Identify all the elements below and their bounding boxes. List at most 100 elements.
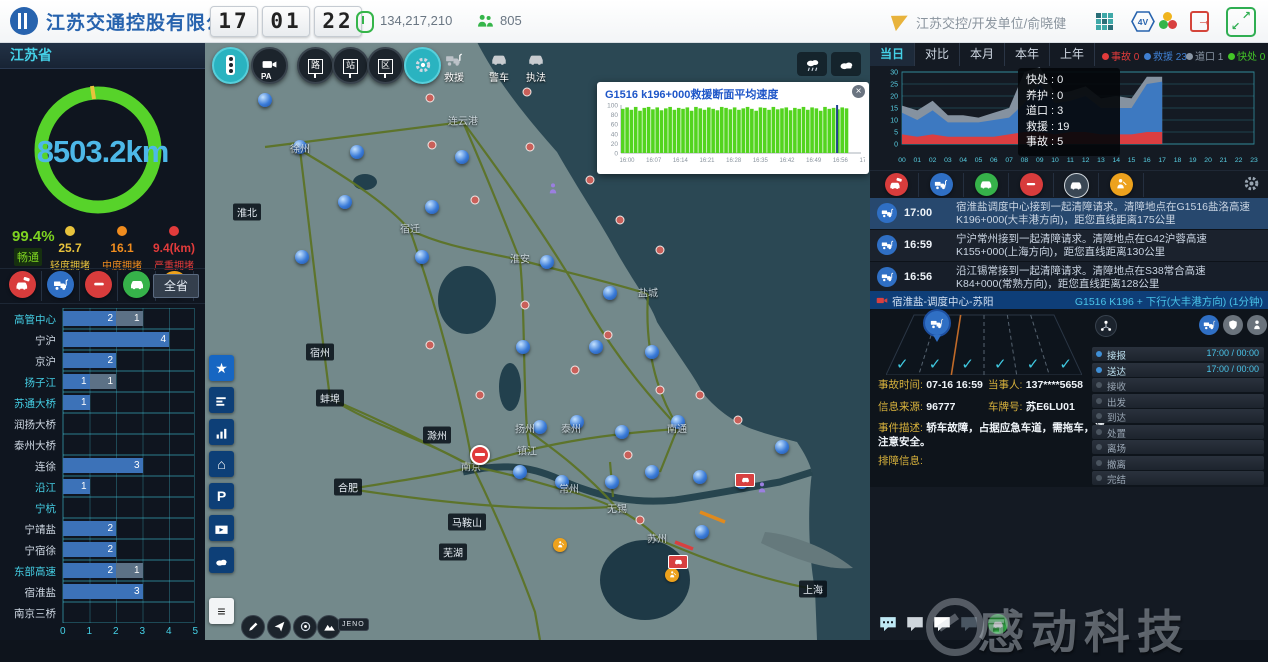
device-dot-marker[interactable] <box>734 416 743 425</box>
accident-icon[interactable] <box>9 271 36 298</box>
camera-cluster-marker[interactable] <box>645 465 659 479</box>
chat-icon[interactable] <box>905 614 925 634</box>
camera-cluster-marker[interactable] <box>775 440 789 454</box>
bar-row-label[interactable]: 南京三桥 <box>0 606 56 621</box>
incident-badge-marker[interactable] <box>735 473 755 487</box>
tab-3[interactable]: 本月 <box>960 42 1005 66</box>
quickclear-icon[interactable] <box>975 173 998 196</box>
device-dot-marker[interactable] <box>656 246 665 255</box>
station-sign-layer-button[interactable]: 站 <box>332 47 369 84</box>
camera-cluster-marker[interactable] <box>695 525 709 539</box>
accident-icon[interactable] <box>885 173 908 196</box>
rescue-icon[interactable] <box>930 173 953 196</box>
control-icon[interactable] <box>1020 173 1043 196</box>
camera-cluster-marker[interactable] <box>425 200 439 214</box>
camera-cluster-marker[interactable] <box>645 345 659 359</box>
patrol-person-marker[interactable] <box>546 181 560 196</box>
device-dot-marker[interactable] <box>616 216 625 225</box>
weather-rain-button[interactable] <box>797 52 827 76</box>
device-dot-marker[interactable] <box>521 301 530 310</box>
camera-cluster-marker[interactable] <box>338 195 352 209</box>
province-filter-button[interactable]: 全省 <box>153 274 199 298</box>
timeline-step[interactable]: 完结 <box>1092 471 1264 485</box>
area-sign-layer-button[interactable]: 区 <box>367 47 404 84</box>
maintenance-icon[interactable] <box>1110 173 1133 196</box>
rescue-unit-button[interactable] <box>1199 315 1219 335</box>
patrol-person-marker[interactable] <box>755 480 769 495</box>
road-sign-layer-button[interactable]: 路 <box>297 47 334 84</box>
popup-close-icon[interactable]: × <box>852 85 865 98</box>
settings-layer-button[interactable] <box>404 47 441 84</box>
camera-cluster-marker[interactable] <box>295 250 309 264</box>
tab-2[interactable]: 对比 <box>915 42 960 66</box>
tollgate-icon[interactable] <box>1064 173 1089 198</box>
bar-row-label[interactable]: 宁靖盐 <box>0 522 56 537</box>
camera-cluster-marker[interactable] <box>589 340 603 354</box>
camera-cluster-marker[interactable] <box>513 465 527 479</box>
video-tool-button[interactable] <box>209 515 234 541</box>
device-dot-marker[interactable] <box>426 94 435 103</box>
construction-marker[interactable] <box>665 568 679 582</box>
rescue-vehicle-toggle[interactable]: 救援 <box>441 50 467 84</box>
bar-stats-tool-button[interactable] <box>209 387 234 413</box>
bar-row-label[interactable]: 宿淮盐 <box>0 585 56 600</box>
incident-source-bar[interactable]: 宿淮盐-调度中心-苏阳 G1516 K196 + 下行(大丰港方向) (1分钟) <box>870 291 1268 309</box>
chat-dots-icon[interactable] <box>878 614 898 634</box>
locate-tool-button[interactable] <box>267 615 291 639</box>
bar-row-label[interactable]: 连徐 <box>0 459 56 474</box>
timeline-step[interactable]: 接报17:00 / 00:00 <box>1092 347 1264 361</box>
police-vehicle-toggle[interactable]: 警车 <box>486 50 512 84</box>
column-stats-tool-button[interactable] <box>209 419 234 445</box>
device-dot-marker[interactable] <box>571 366 580 375</box>
measure-tool-button[interactable] <box>293 615 317 639</box>
camera-layer-button[interactable]: PA <box>251 47 288 84</box>
parking-tool-button[interactable]: P <box>209 483 234 509</box>
incident-badge-marker[interactable] <box>668 555 688 569</box>
tab-5[interactable]: 上年 <box>1050 42 1095 66</box>
bar-row-label[interactable]: 宁宿徐 <box>0 543 56 558</box>
timeline-step[interactable]: 处置 <box>1092 425 1264 439</box>
device-dot-marker[interactable] <box>696 391 705 400</box>
camera-cluster-marker[interactable] <box>603 286 617 300</box>
bar-row-label[interactable]: 扬子江 <box>0 375 56 390</box>
camera-cluster-marker[interactable] <box>350 145 364 159</box>
bar-row-label[interactable]: 宁杭 <box>0 501 56 516</box>
camera-cluster-marker[interactable] <box>615 425 629 439</box>
road-admin-unit-button[interactable] <box>1247 315 1267 335</box>
timeline-step[interactable]: 接收 <box>1092 378 1264 392</box>
device-dot-marker[interactable] <box>656 386 665 395</box>
cloud-tool-button[interactable] <box>209 547 234 573</box>
device-dot-marker[interactable] <box>604 331 613 340</box>
logout-icon[interactable] <box>1190 11 1209 32</box>
bar-row-label[interactable]: 泰州大桥 <box>0 438 56 453</box>
timeline-step[interactable]: 出发 <box>1092 394 1264 408</box>
camera-cluster-marker[interactable] <box>415 250 429 264</box>
home-tool-button[interactable]: ⌂ <box>209 451 234 477</box>
favorites-tool-button[interactable]: ★ <box>209 355 234 381</box>
device-dot-marker[interactable] <box>624 451 633 460</box>
camera-cluster-marker[interactable] <box>605 475 619 489</box>
bar-row-label[interactable]: 苏通大桥 <box>0 396 56 411</box>
bar-row-label[interactable]: 京沪 <box>0 354 56 369</box>
enforcement-vehicle-toggle[interactable]: 执法 <box>523 50 549 84</box>
device-dot-marker[interactable] <box>523 88 532 97</box>
weather-cloud-button[interactable] <box>831 52 861 76</box>
device-dot-marker[interactable] <box>526 143 535 152</box>
camera-cluster-marker[interactable] <box>258 93 272 107</box>
control-event-marker[interactable] <box>470 445 490 465</box>
bar-row-label[interactable]: 东部高速 <box>0 564 56 579</box>
camera-cluster-marker[interactable] <box>540 255 554 269</box>
police-unit-button[interactable] <box>1223 315 1243 335</box>
event-row[interactable]: 16:59宁沪常州接到一起清障请求。清障地点在G42沪蓉高速K155+000(上… <box>870 230 1268 262</box>
menu-tool-button[interactable]: ≡ <box>209 598 234 624</box>
timeline-step[interactable]: 撤离 <box>1092 456 1264 470</box>
device-dot-marker[interactable] <box>476 391 485 400</box>
map-area[interactable]: 徐州连云港宿迁淮安盐城淮北宿州蚌埠滁州合肥马鞍山芜湖扬州泰州南通南京镇江常州无锡… <box>205 42 870 640</box>
timeline-step[interactable]: 到达 <box>1092 409 1264 423</box>
jeno-map-badge[interactable]: JENO <box>338 618 369 631</box>
traffic-light-layer-button[interactable] <box>212 47 249 84</box>
control-icon[interactable] <box>85 271 112 298</box>
user-breadcrumb[interactable]: 江苏交控/开发单位/俞晓健 <box>916 13 1066 32</box>
camera-cluster-marker[interactable] <box>533 420 547 434</box>
tab-4[interactable]: 本年 <box>1005 42 1050 66</box>
